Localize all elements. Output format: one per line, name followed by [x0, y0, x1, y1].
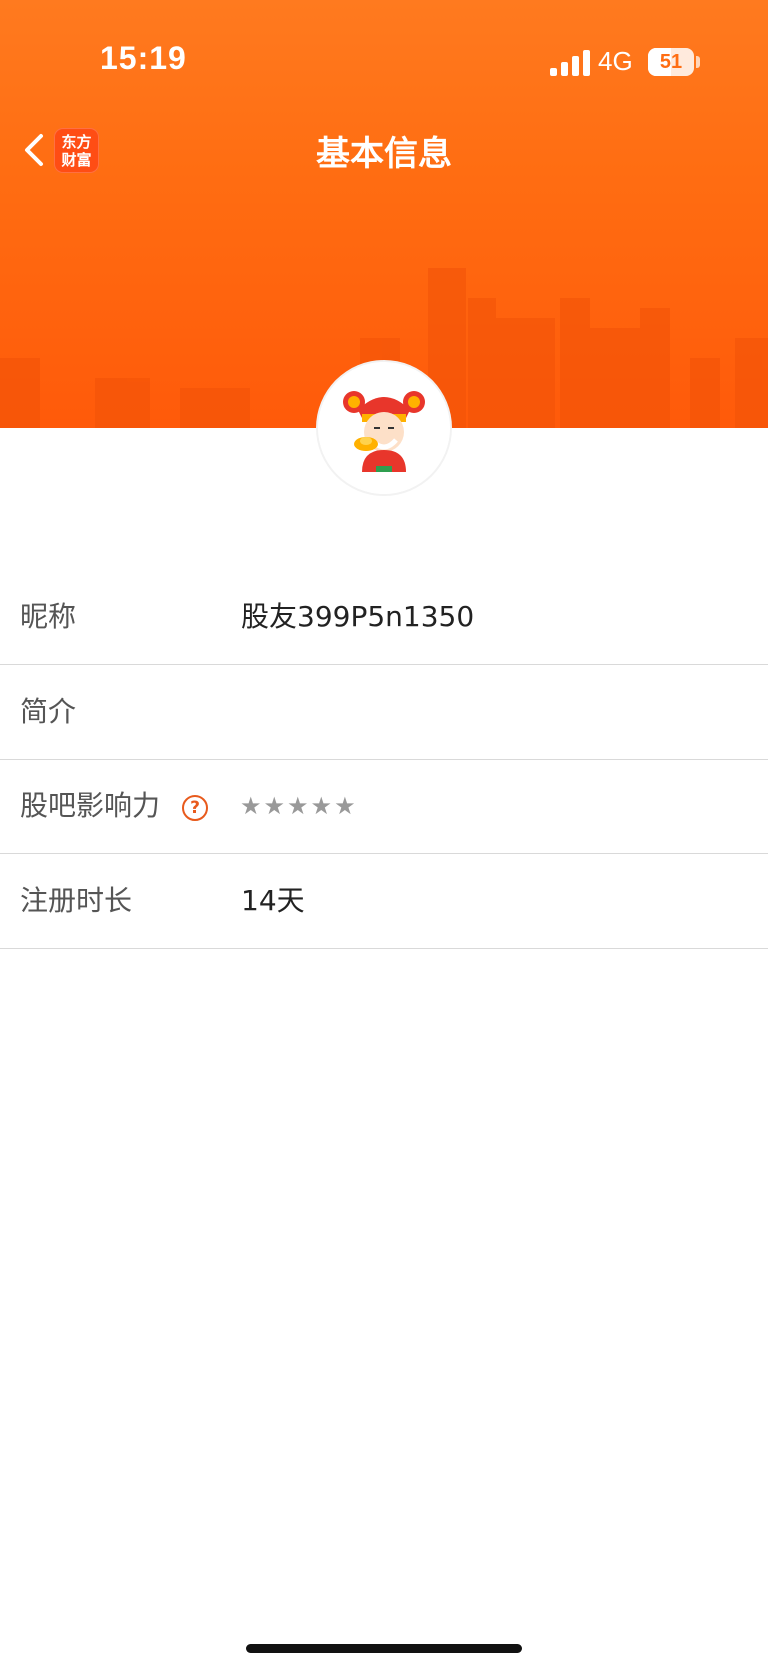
influence-rating-stars: ★★★★★ — [240, 759, 358, 853]
avatar[interactable] — [318, 362, 450, 494]
star-icon: ★ — [263, 792, 288, 820]
profile-row-nickname[interactable]: 昵称 股友399P5n1350 — [0, 570, 768, 665]
battery-tip — [696, 56, 700, 68]
star-icon: ★ — [334, 792, 358, 820]
battery-icon: 51 — [648, 48, 694, 76]
star-icon: ★ — [310, 792, 335, 820]
page-title: 基本信息 — [316, 134, 452, 174]
star-icon: ★ — [240, 792, 264, 820]
nickname-value: 股友399P5n1350 — [241, 600, 475, 633]
influence-label: 股吧影响力 — [20, 789, 161, 822]
profile-row-influence: 股吧影响力 ? ★★★★★ — [0, 759, 768, 854]
profile-row-registration: 注册时长 14天 — [0, 854, 768, 949]
help-circle-icon[interactable]: ? — [182, 795, 208, 821]
network-type: 4G — [598, 46, 633, 76]
nickname-label: 昵称 — [20, 600, 77, 633]
status-time: 15:19 — [100, 40, 187, 76]
registration-value: 14天 — [241, 884, 305, 917]
home-indicator[interactable] — [246, 1644, 522, 1653]
profile-row-bio[interactable]: 简介 — [0, 665, 768, 760]
mascot-avatar-icon — [318, 362, 450, 494]
registration-label: 注册时长 — [20, 884, 133, 917]
battery-level: 51 — [659, 51, 683, 73]
bio-label: 简介 — [20, 695, 77, 728]
cellular-signal-icon — [550, 50, 590, 76]
star-icon: ★ — [287, 792, 311, 820]
